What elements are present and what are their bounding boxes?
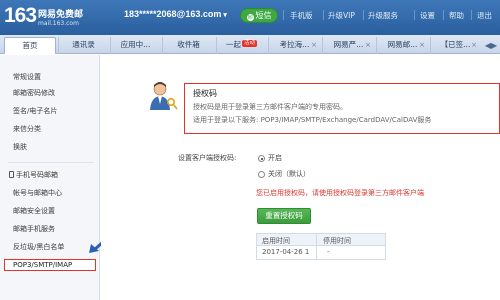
mail-logo[interactable]: 163 网易免费邮 mail.163.com [4, 5, 94, 31]
tab-kaola[interactable]: 考拉海... × [268, 37, 320, 54]
sidebar-item-phone-mail[interactable]: 手机号码邮箱 [9, 170, 58, 180]
tab-label: 通讯录 [72, 40, 95, 49]
chevron-down-icon: ▾ [223, 12, 227, 19]
tab-label: 收件箱 [177, 40, 200, 49]
table-header: 启用时间 停用时间 [256, 233, 386, 246]
logo-number: 163 [4, 4, 37, 27]
close-icon[interactable]: × [419, 37, 425, 53]
header-divider [443, 10, 444, 20]
help-link[interactable]: 帮助 [449, 10, 464, 21]
tab-label: 应用中... [120, 40, 151, 49]
tab-label: 一起 [225, 40, 241, 49]
disable-radio-label: 关闭（默认） [268, 170, 310, 178]
sidebar-item-filter[interactable]: 来信分类 [13, 124, 41, 134]
tab-contacts[interactable]: 通讯录 [58, 37, 108, 54]
sidebar-item-skin[interactable]: 换肤 [13, 142, 27, 152]
column-header-enabled: 启用时间 [262, 237, 290, 245]
logo-domain: mail.163.com [38, 20, 79, 27]
phone-icon [9, 171, 14, 178]
message-icon: ✉ [246, 14, 254, 21]
close-icon[interactable]: × [365, 37, 371, 53]
enable-radio[interactable] [258, 155, 265, 162]
upgrade-service-link[interactable]: 升级服务 [368, 10, 398, 21]
account-menu[interactable]: 183*****2068@163.com ▾ [124, 9, 227, 19]
sidebar-item-pop3[interactable]: POP3/SMTP/IMAP [4, 259, 96, 271]
header-divider [414, 10, 415, 20]
account-email: 183*****2068@163.com [124, 9, 222, 19]
settings-link[interactable]: 设置 [420, 10, 435, 21]
header-divider [283, 10, 284, 20]
tab-label: 考拉海... [279, 40, 310, 49]
auth-code-title: 授权码 [193, 89, 217, 98]
tab-label: 【已签... [440, 40, 471, 49]
tab-app-center[interactable]: 应用中... [110, 37, 160, 54]
close-icon[interactable]: × [471, 37, 477, 53]
sidebar-item-security[interactable]: 邮箱安全设置 [13, 206, 55, 216]
sidebar-item-signature[interactable]: 签名/电子名片 [13, 106, 57, 116]
auth-code-info-box: 授权码 授权码是用于登录第三方邮件客户端的专用密码。 适用于登录以下服务: PO… [184, 83, 500, 134]
user-key-icon [150, 82, 178, 110]
sidebar-item-label: POP3/SMTP/IMAP [13, 261, 73, 269]
tab-yanxuan[interactable]: 网易严... × [322, 37, 374, 54]
tab-bar: 首页 通讯录 应用中... 收件箱 一起 活动 考拉海... × 网易严... × 网… [0, 35, 500, 54]
header-divider [323, 10, 324, 20]
disable-radio[interactable] [258, 171, 265, 178]
top-header: 163 网易免费邮 mail.163.com 183*****2068@163.… [0, 0, 500, 35]
tab-signed[interactable]: 【已签... × [430, 37, 480, 54]
sidebar-item-general[interactable]: 常规设置 [13, 72, 41, 82]
tab-label: 网易邮... [387, 40, 418, 49]
upgrade-vip-link[interactable]: 升级VIP [328, 10, 355, 21]
tab-home[interactable]: 首页 [4, 37, 56, 54]
reset-auth-code-button[interactable]: 重置授权码 [257, 208, 311, 224]
sidebar-item-account-center[interactable]: 帐号与邮箱中心 [13, 188, 62, 198]
sidebar-item-mobile-service[interactable]: 邮箱手机服务 [13, 224, 55, 234]
sidebar-item-label: 手机号码邮箱 [16, 171, 58, 179]
tab-label: 网易严... [333, 40, 364, 49]
client-auth-label: 设置客户端授权码: [178, 154, 237, 162]
tab-netease-mail[interactable]: 网易邮... × [376, 37, 428, 54]
logo-title: 网易免费邮 [38, 10, 84, 20]
tab-inbox[interactable]: 收件箱 [162, 37, 214, 54]
enable-radio-label: 开启 [268, 154, 282, 162]
auth-enabled-warning: 您已启用授权码，请使用授权码登录第三方邮件客户端 [256, 189, 424, 197]
close-icon[interactable]: × [311, 37, 317, 53]
tab-label: 首页 [22, 41, 38, 50]
tab-badge: 活动 [241, 40, 257, 47]
mobile-version-link[interactable]: 手机版 [290, 10, 313, 21]
sidebar-item-antispam[interactable]: 反垃圾/黑白名单 [13, 242, 64, 252]
auth-code-description: 授权码是用于登录第三方邮件客户端的专用密码。 [193, 103, 347, 111]
enabled-time-cell: 2017-04-26 1 [262, 248, 310, 256]
header-divider [471, 10, 472, 20]
logout-link[interactable]: 退出 [477, 10, 492, 21]
sms-button-label: 短信 [255, 11, 272, 20]
sidebar-divider [8, 162, 94, 163]
table-divider [316, 233, 317, 260]
sidebar-item-password[interactable]: 邮箱密码修改 [13, 88, 55, 98]
tab-event[interactable]: 一起 活动 [216, 37, 266, 54]
sms-button[interactable]: ✉ 短信 [240, 8, 278, 23]
disabled-time-cell: - [327, 248, 330, 256]
auth-code-services: 适用于登录以下服务: POP3/IMAP/SMTP/Exchange/CardD… [193, 116, 432, 124]
table-row: 2017-04-26 1 - [256, 246, 386, 260]
column-header-disabled: 停用时间 [323, 237, 351, 245]
header-divider [363, 10, 364, 20]
tab-scroll-arrows-icon[interactable]: ◀▶ [482, 38, 500, 53]
